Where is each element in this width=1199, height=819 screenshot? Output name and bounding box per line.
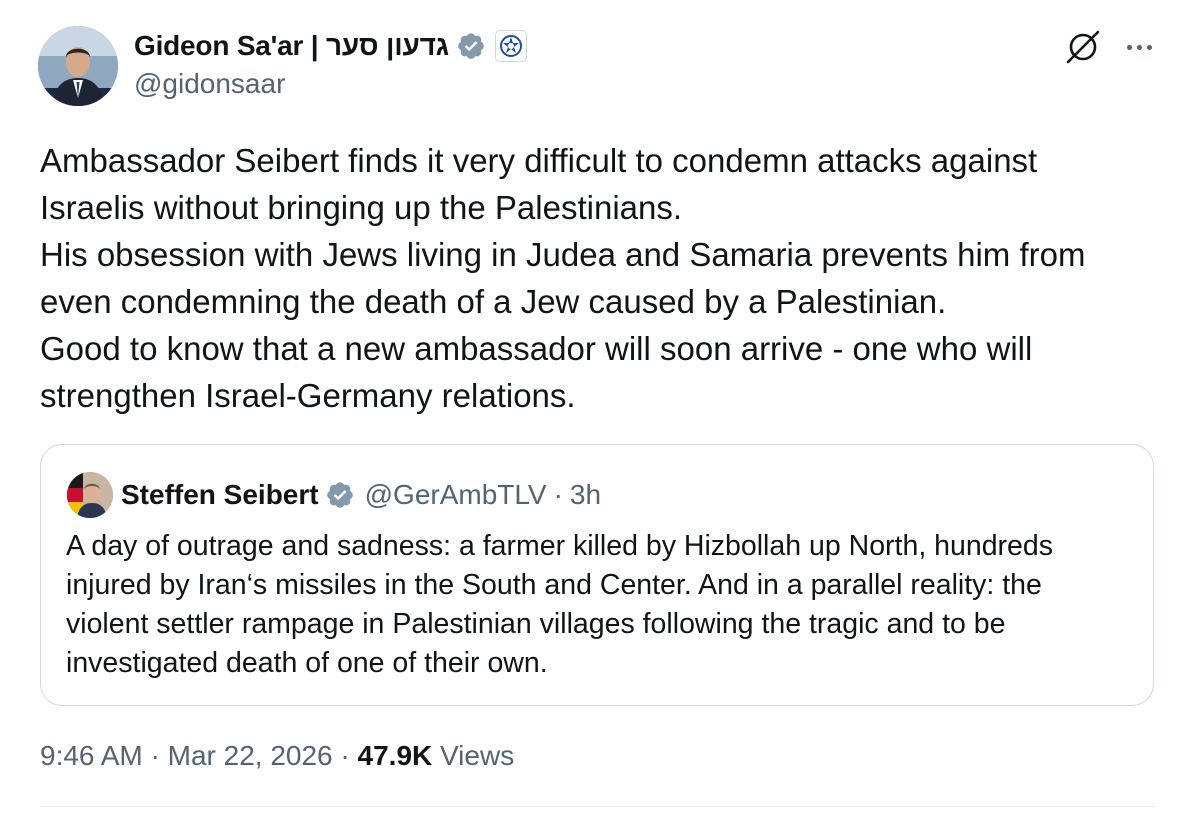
tweet-text-line: strengthen Israel-Germany relations. (40, 377, 576, 414)
tweet-time[interactable]: 9:46 AM (40, 740, 143, 771)
tweet-text: Ambassador Seibert finds it very difficu… (40, 137, 1150, 419)
author-handle[interactable]: @gidonsaar (134, 68, 285, 100)
more-options-icon[interactable] (1118, 30, 1160, 64)
quoted-text-line: violent settler rampage in Palestinian v… (66, 608, 1006, 640)
tweet-text-line: His obsession with Jews living in Judea … (40, 236, 1086, 273)
government-affiliate-icon[interactable] (494, 30, 527, 62)
tweet-date[interactable]: Mar 22, 2026 (168, 740, 333, 771)
tweet-text-line: Ambassador Seibert finds it very difficu… (40, 142, 1038, 179)
quoted-text: A day of outrage and sadness: a farmer k… (66, 527, 1136, 683)
author-display-name[interactable]: Gideon Sa'ar | גדעון סער (134, 30, 449, 62)
grok-icon[interactable] (1062, 26, 1104, 68)
more-dot (1146, 44, 1152, 50)
views-count[interactable]: 47.9K (358, 740, 433, 771)
quoted-text-line: injured by Iran‘s missiles in the South … (66, 569, 1042, 601)
separator-dot: · (340, 740, 350, 771)
author-name-row: Gideon Sa'ar | גדעון סער (134, 26, 527, 66)
quoted-author-avatar[interactable] (67, 472, 113, 518)
tweet-text-line: Good to know that a new ambassador will … (40, 330, 1033, 367)
verified-badge-icon[interactable] (325, 480, 355, 510)
tweet-text-line: even condemning the death of a Jew cause… (40, 283, 947, 320)
quoted-header: Steffen Seibert @GerAmbTLV · 3h (121, 475, 601, 515)
quoted-avatar-image (67, 472, 113, 518)
more-dot (1126, 44, 1132, 50)
quoted-timestamp[interactable]: 3h (570, 479, 601, 511)
more-dot (1136, 44, 1142, 50)
separator-dot: · (553, 479, 563, 510)
quoted-tweet[interactable]: Steffen Seibert @GerAmbTLV · 3h A day of… (40, 444, 1154, 706)
quoted-display-name[interactable]: Steffen Seibert (121, 479, 319, 511)
tweet-text-line: Israelis without bringing up the Palesti… (40, 189, 683, 226)
verified-badge-icon[interactable] (456, 31, 486, 61)
separator-dot: · (150, 740, 160, 771)
author-avatar[interactable] (38, 26, 118, 106)
author-avatar-image (38, 26, 118, 106)
tweet-card: Gideon Sa'ar | גדעון סער @gidonsaar Amba (0, 0, 1199, 819)
views-label: Views (440, 740, 515, 771)
tweet-meta: 9:46 AM · Mar 22, 2026 · 47.9K Views (40, 740, 514, 772)
divider (40, 806, 1154, 807)
quoted-text-line: A day of outrage and sadness: a farmer k… (66, 530, 1053, 562)
quoted-handle[interactable]: @GerAmbTLV (365, 479, 547, 511)
quoted-text-line: investigated death of one of their own. (66, 647, 548, 679)
